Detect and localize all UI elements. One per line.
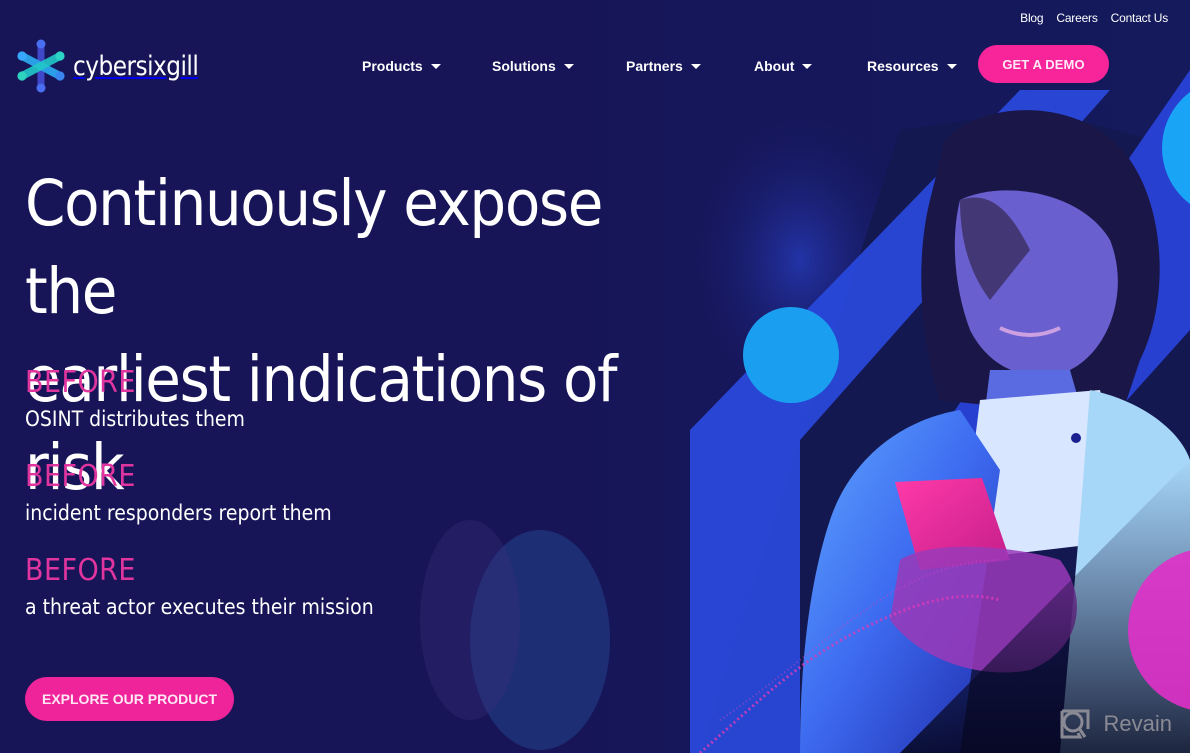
cyan-circle-shape <box>1162 92 1190 204</box>
before-text: OSINT distributes them <box>25 407 245 431</box>
explore-our-product-button[interactable]: EXPLORE OUR PRODUCT <box>25 677 234 721</box>
nav-item-label: Resources <box>867 58 939 74</box>
nav-item-label: About <box>754 58 795 74</box>
caret-down-icon <box>802 63 813 69</box>
nav-item-products[interactable]: Products <box>362 58 492 74</box>
utility-link-blog[interactable]: Blog <box>1020 11 1043 25</box>
before-text: a threat actor executes their mission <box>25 595 374 619</box>
woman-neck <box>980 370 1090 450</box>
before-label: BEFORE <box>25 553 136 588</box>
utility-link-careers[interactable]: Careers <box>1056 11 1097 25</box>
woman-hair <box>921 110 1160 420</box>
before-list: BEFORE OSINT distributes them BEFORE inc… <box>25 366 412 648</box>
bg-glow <box>420 520 520 720</box>
before-label: BEFORE <box>25 459 136 494</box>
particle-wave <box>699 594 1001 753</box>
photo-base <box>700 110 1190 753</box>
asterisk-x-logo-icon <box>17 39 65 93</box>
before-item: BEFORE incident responders report them <box>25 460 412 544</box>
revain-watermark: Revain <box>1058 707 1172 741</box>
homepage: Blog Careers Contact Us cybersixgill Pro… <box>0 0 1190 753</box>
caret-down-icon <box>563 63 574 69</box>
before-text: incident responders report them <box>25 501 332 525</box>
woman-shirt <box>960 390 1130 560</box>
woman-face <box>954 190 1118 376</box>
revain-label: Revain <box>1103 711 1172 736</box>
woman-jacket-left <box>800 410 1000 753</box>
caret-down-icon <box>946 63 957 69</box>
hero-headline-line1: Continuously expose the <box>25 167 603 328</box>
cyan-circle-shape <box>743 307 839 403</box>
bg-glow <box>680 100 920 420</box>
nav-item-partners[interactable]: Partners <box>626 58 754 74</box>
woman-jacket-right <box>1060 390 1190 753</box>
phone-screen <box>895 478 1010 570</box>
nav-item-label: Products <box>362 58 423 74</box>
before-item: BEFORE a threat actor executes their mis… <box>25 554 412 638</box>
main-nav: Products Solutions Partners About Resour… <box>362 58 957 74</box>
utility-nav: Blog Careers Contact Us <box>1020 11 1168 25</box>
revain-logo-icon <box>1060 709 1090 739</box>
nav-item-about[interactable]: About <box>754 58 867 74</box>
nav-item-label: Partners <box>626 58 683 74</box>
pink-circle-shape <box>1128 550 1190 710</box>
nav-item-resources[interactable]: Resources <box>867 58 957 74</box>
woman-smile <box>999 326 1061 337</box>
nav-item-solutions[interactable]: Solutions <box>492 58 626 74</box>
nav-item-label: Solutions <box>492 58 556 74</box>
woman-hand <box>890 546 1077 673</box>
caret-down-icon <box>690 63 701 69</box>
woman-face-shadow <box>960 197 1030 300</box>
logo-wordmark: cybersixgill <box>73 50 199 82</box>
shirt-button <box>1071 433 1081 443</box>
get-a-demo-button[interactable]: GET A DEMO <box>978 45 1109 83</box>
particle-wave <box>719 559 1001 721</box>
caret-down-icon <box>430 63 441 69</box>
before-item: BEFORE OSINT distributes them <box>25 366 412 450</box>
logo[interactable]: cybersixgill <box>15 38 219 94</box>
diagonal-band-shape <box>690 90 1110 753</box>
diagonal-band-shape <box>810 70 1190 620</box>
before-label: BEFORE <box>25 365 136 400</box>
bg-glow <box>470 530 610 750</box>
utility-link-contact-us[interactable]: Contact Us <box>1111 11 1169 25</box>
